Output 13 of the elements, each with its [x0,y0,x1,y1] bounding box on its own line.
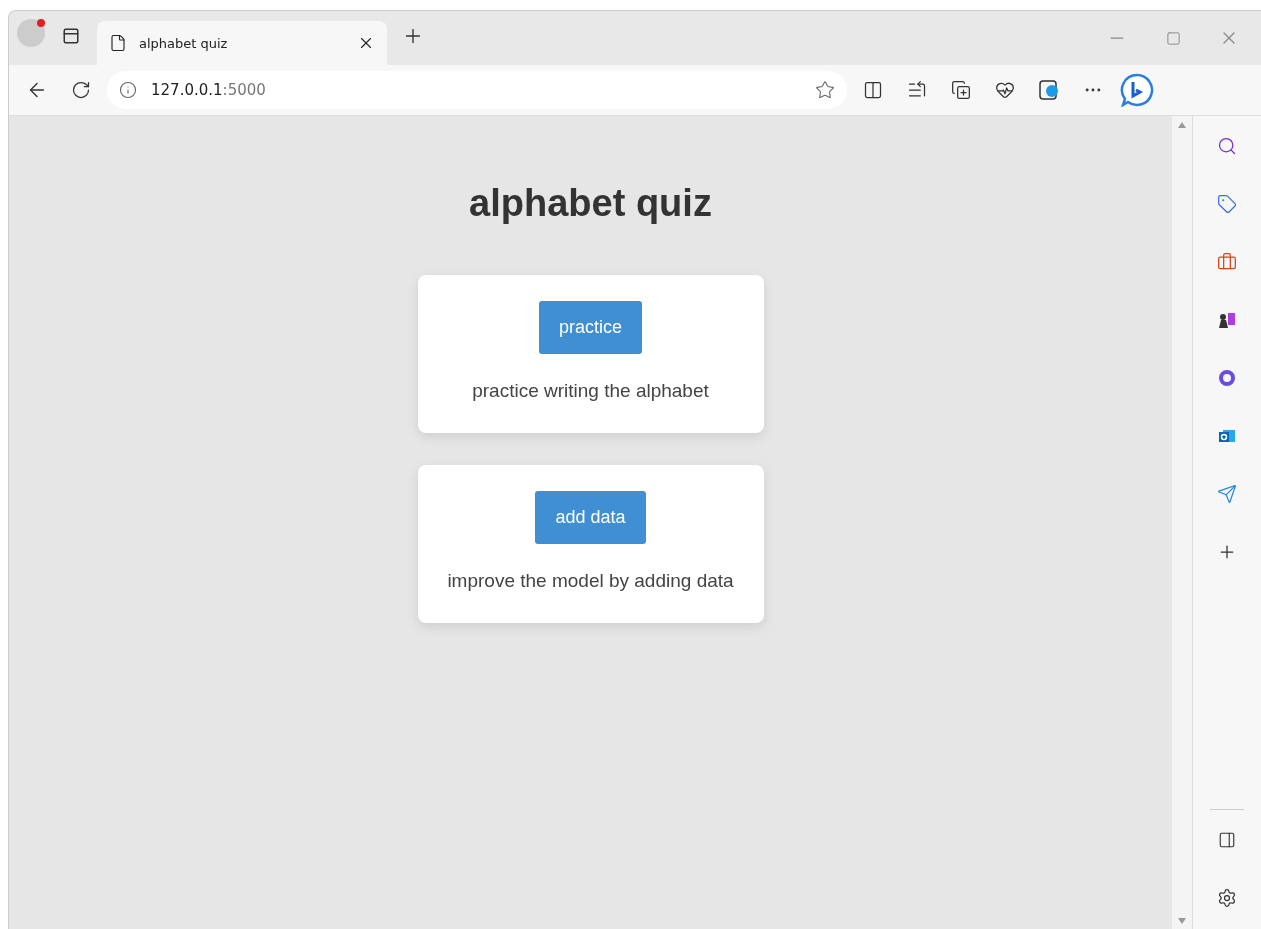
profile-avatar[interactable] [17,19,45,47]
browser-tab[interactable]: alphabet quiz [97,21,387,65]
address-bar[interactable]: 127.0.0.1:5000 [107,71,847,109]
page-icon [109,34,127,52]
star-icon[interactable] [815,80,835,100]
option-description: practice writing the alphabet [472,380,709,402]
option-description: improve the model by adding data [447,570,734,592]
info-icon[interactable] [119,81,137,99]
page-title: alphabet quiz [469,182,712,225]
chat-bubble-icon[interactable] [1119,72,1155,108]
tab-title: alphabet quiz [139,35,229,51]
url-text: 127.0.0.1:5000 [151,81,267,99]
scrollbar[interactable] [1172,116,1192,929]
